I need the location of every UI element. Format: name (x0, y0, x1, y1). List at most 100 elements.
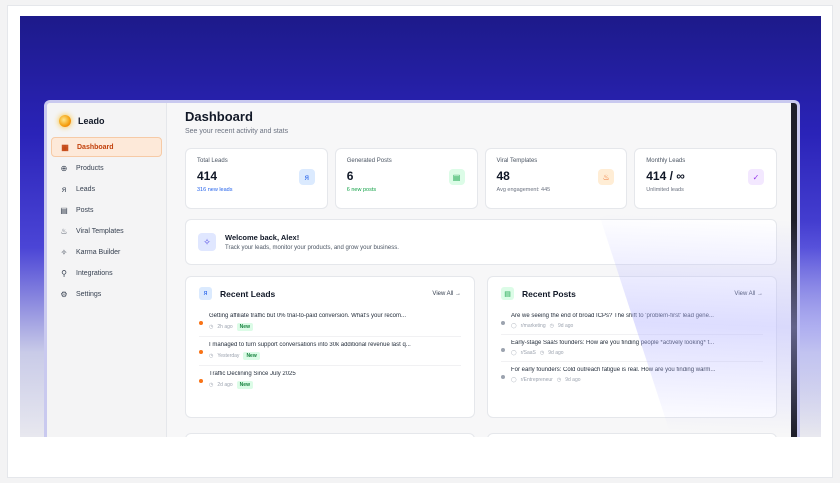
document-icon: ▤ (501, 287, 514, 300)
lead-meta: ◷ 2h ago New (209, 323, 406, 331)
post-time: 9d ago (565, 377, 581, 383)
logo-icon (59, 115, 71, 127)
lead-title: Getting affiliate traffic but 0% trial-t… (209, 313, 407, 319)
stat-label: Viral Templates (496, 158, 538, 164)
sidebar-item-label: Leads (76, 185, 96, 193)
next-section-cards (185, 433, 777, 437)
stat-card-viral-templates: Viral Templates 48 Avg engagement: 445 ♨ (484, 148, 628, 209)
sidebar-item-integrations[interactable]: ⚲ Integrations (51, 263, 162, 283)
page-subtitle: See your recent activity and stats (185, 128, 289, 135)
stat-note: Unlimited leads (646, 187, 684, 193)
clock-icon: ◷ (539, 350, 545, 356)
recent-leads-title: Recent Leads (220, 288, 276, 299)
view-all-leads-link[interactable]: View All → (432, 291, 461, 297)
users-icon: ᴙ (298, 169, 315, 185)
lead-body: I managed to turn support conversations … (209, 342, 411, 360)
sidebar-item-viral-templates[interactable]: ♨ Viral Templates (51, 221, 162, 241)
stat-note: 6 new posts (346, 187, 377, 193)
sparkles-icon: ✧ (198, 233, 216, 251)
status-dot (501, 348, 505, 352)
status-dot (199, 350, 203, 354)
stat-label: Monthly Leads (646, 158, 686, 164)
stat-label: Generated Posts (346, 158, 392, 164)
main-content: Dashboard See your recent activity and s… (167, 103, 797, 437)
stats-row: Total Leads 414 316 new leads ᴙ Generated Po… (185, 148, 777, 209)
post-meta: ◯ r/SaaS ◷ 9d ago (511, 350, 714, 356)
sidebar-item-leads[interactable]: ᴙ Leads (51, 179, 162, 199)
new-badge: New (236, 323, 253, 331)
status-dot (501, 321, 505, 325)
flame-icon: ♨ (598, 169, 615, 185)
sidebar-item-settings[interactable]: ⚙ Settings (51, 284, 162, 304)
sidebar-item-label: Viral Templates (76, 227, 124, 235)
lead-row[interactable]: I managed to turn support conversations … (199, 337, 461, 366)
post-row[interactable]: For early founders: Cold outreach fatigu… (501, 362, 763, 388)
welcome-card: ✧ Welcome back, Alex! Track your leads, … (185, 219, 777, 265)
stat-note: 316 new leads (197, 187, 233, 193)
brand-name: Leado (78, 116, 105, 126)
post-title: Early-stage SaaS founders: How are you f… (511, 340, 715, 346)
post-meta: ◯ r/marketing ◷ 9d ago (511, 323, 714, 329)
lead-title: I managed to turn support conversations … (209, 342, 411, 348)
post-row[interactable]: Are we seeing the end of broad ICPs? The… (501, 308, 763, 335)
clock-icon: ◷ (556, 377, 562, 383)
new-badge: New (236, 381, 253, 389)
grid-icon: ▦ (61, 142, 69, 152)
scrollbar[interactable] (791, 103, 797, 437)
stat-card-monthly-leads: Monthly Leads 414 / ∞ Unlimited leads ✓ (634, 148, 777, 209)
recent-panels: ᴙ Recent Leads View All → Getting affili… (185, 276, 777, 418)
sidebar-item-karma-builder[interactable]: ✧ Karma Builder (51, 242, 162, 262)
document-icon: ▤ (60, 205, 68, 215)
community-icon: ◯ (511, 350, 517, 356)
sidebar-item-products[interactable]: ⊕ Products (51, 158, 162, 178)
stat-card-generated-posts: Generated Posts 6 6 new posts ▤ (334, 148, 478, 209)
new-badge: New (243, 352, 260, 360)
post-body: Early-stage SaaS founders: How are you f… (511, 340, 714, 356)
lead-row[interactable]: Traffic Declining Since July 2025 ◷ 2d ago… (199, 366, 461, 394)
view-all-posts-link[interactable]: View All → (734, 291, 763, 297)
post-community: r/Entrepreneur (520, 377, 553, 383)
stat-card-total-leads: Total Leads 414 316 new leads ᴙ (185, 148, 328, 209)
sidebar-item-label: Posts (76, 206, 94, 214)
users-icon: ᴙ (199, 287, 212, 300)
lead-meta: ◷ Yesterday New (209, 352, 411, 360)
post-row[interactable]: Early-stage SaaS founders: How are you f… (501, 335, 763, 362)
lead-time: Yesterday (217, 353, 240, 359)
clock-icon: ◷ (209, 382, 214, 388)
post-title: Are we seeing the end of broad ICPs? The… (511, 313, 714, 319)
brand[interactable]: Leado (51, 111, 162, 137)
stat-value: 414 (197, 169, 218, 183)
lead-body: Traffic Declining Since July 2025 ◷ 2d ago… (209, 371, 296, 389)
flame-icon: ♨ (60, 226, 68, 236)
lead-time: 2d ago (217, 382, 233, 388)
welcome-subtitle: Track your leads, monitor your products,… (225, 245, 399, 251)
recent-leads-list: Getting affiliate traffic but 0% trial-t… (199, 308, 461, 394)
clock-icon: ◷ (209, 324, 214, 330)
community-icon: ◯ (511, 323, 517, 329)
post-title: For early founders: Cold outreach fatigu… (511, 367, 716, 373)
post-time: 9d ago (558, 323, 574, 329)
post-time: 9d ago (548, 350, 564, 356)
lead-meta: ◷ 2d ago New (209, 381, 296, 389)
lead-title: Traffic Declining Since July 2025 (209, 371, 296, 377)
sidebar-item-label: Integrations (76, 269, 113, 277)
lead-row[interactable]: Getting affiliate traffic but 0% trial-t… (199, 308, 461, 337)
recent-leads-panel: ᴙ Recent Leads View All → Getting affili… (185, 276, 475, 418)
sidebar-item-posts[interactable]: ▤ Posts (51, 200, 162, 220)
sidebar-item-label: Karma Builder (76, 248, 121, 256)
sidebar-item-dashboard[interactable]: ▦ Dashboard (51, 137, 162, 157)
post-community: r/marketing (520, 323, 546, 329)
document-icon: ▤ (448, 169, 465, 185)
sparkles-icon: ✧ (60, 247, 68, 257)
sidebar-item-label: Products (76, 164, 104, 172)
post-community: r/SaaS (520, 350, 536, 356)
clock-icon: ◷ (549, 323, 554, 329)
lead-body: Getting affiliate traffic but 0% trial-t… (209, 313, 406, 331)
recent-posts-panel: ▤ Recent Posts View All → Are we seeing … (487, 276, 777, 418)
box-icon: ⊕ (60, 163, 68, 173)
post-meta: ◯ r/Entrepreneur ◷ 9d ago (511, 377, 715, 383)
post-body: For early founders: Cold outreach fatigu… (511, 367, 715, 383)
status-dot (501, 375, 505, 379)
status-dot (199, 321, 203, 325)
recent-posts-list: Are we seeing the end of broad ICPs? The… (501, 308, 763, 388)
